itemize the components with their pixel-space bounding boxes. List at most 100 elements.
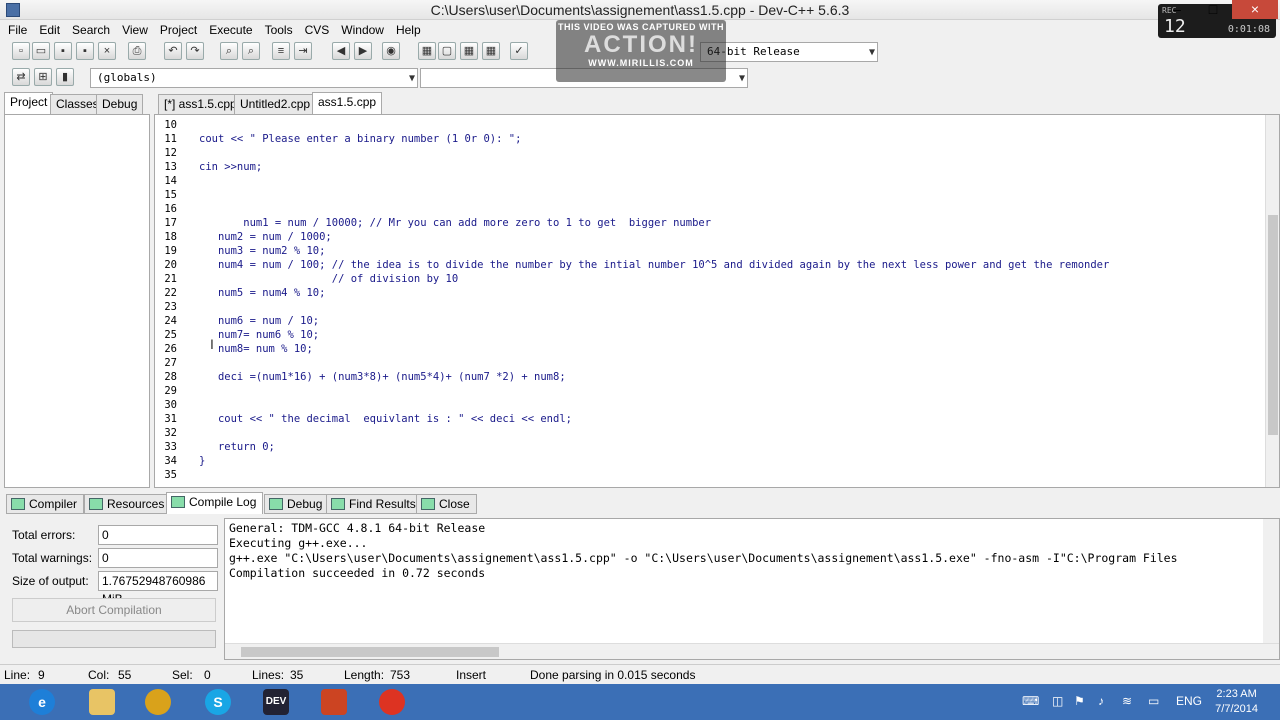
project-panel[interactable] — [4, 114, 150, 488]
file-explorer-icon[interactable] — [76, 686, 128, 718]
minimize-button[interactable]: – — [1160, 0, 1194, 19]
clock[interactable]: 2:23 AM 7/7/2014 — [1215, 687, 1258, 717]
line-number: 33 — [164, 441, 177, 453]
chrome-icon[interactable] — [132, 686, 184, 718]
taskbar: e S DEV ⌨ ◫ ⚑ ♪ ≋ ▭ ENG 2:23 AM 7/7/2014 — [0, 684, 1280, 720]
forward-icon[interactable]: ▶ — [354, 42, 372, 60]
total-warnings-field: 0 — [98, 548, 218, 568]
ie-icon[interactable]: e — [16, 686, 68, 718]
status-sel: 0 — [204, 668, 211, 682]
insert-icon[interactable]: ⊞ — [34, 68, 52, 86]
layout-icon[interactable]: ▦ — [482, 42, 500, 60]
tab-compile-log-label: Compile Log — [189, 495, 257, 509]
class-browser-icon[interactable]: ⇄ — [12, 68, 30, 86]
menu-edit[interactable]: Edit — [33, 20, 66, 40]
back-icon[interactable]: ◀ — [332, 42, 350, 60]
find-icon[interactable]: ⌕ — [220, 42, 238, 60]
compile-progress-bar — [12, 630, 216, 648]
window-title: C:\Users\user\Documents\assignement\ass1… — [430, 2, 850, 18]
goto-icon[interactable]: ≡ — [272, 42, 290, 60]
print-icon[interactable]: ⎙ — [128, 42, 146, 60]
tab-debug-label: Debug — [287, 497, 323, 511]
open-file-icon[interactable]: ▭ — [32, 42, 50, 60]
maximize-button[interactable]: □ — [1196, 0, 1230, 19]
status-lines: 35 — [290, 668, 304, 682]
line-number: 31 — [164, 413, 177, 425]
line-number: 17 — [164, 217, 177, 229]
editor-tab-ass15-modified[interactable]: [*] ass1.5.cpp — [158, 94, 243, 114]
scroll-thumb[interactable] — [241, 647, 499, 657]
network-icon[interactable]: ◫ — [1052, 694, 1063, 708]
save-icon[interactable]: ▪ — [54, 42, 72, 60]
log-vertical-scrollbar[interactable] — [1263, 519, 1279, 643]
tab-compiler[interactable]: Compiler — [6, 494, 85, 514]
language-indicator[interactable]: ENG — [1176, 694, 1202, 708]
speaker-icon[interactable]: ♪ — [1098, 694, 1104, 708]
menu-help[interactable]: Help — [390, 20, 427, 40]
abort-compilation-button[interactable]: Abort Compilation — [12, 598, 216, 622]
menu-tools[interactable]: Tools — [259, 20, 299, 40]
new-file-icon[interactable]: ▫ — [12, 42, 30, 60]
recorder-time: 0:01:08 — [1227, 24, 1270, 35]
tab-find-results-label: Find Results — [349, 497, 416, 511]
grid-icon[interactable]: ▦ — [460, 42, 478, 60]
editor-vertical-scrollbar[interactable] — [1265, 115, 1279, 487]
tab-resources[interactable]: Resources — [84, 494, 172, 514]
skype-icon[interactable]: S — [192, 686, 244, 718]
globals-select[interactable]: (globals) ▼ — [90, 68, 418, 88]
tab-close[interactable]: Close — [416, 494, 477, 514]
size-of-output-label: Size of output: — [12, 574, 89, 588]
undo-icon[interactable]: ↶ — [164, 42, 182, 60]
menu-file[interactable]: File — [2, 20, 33, 40]
editor-tab-ass15[interactable]: ass1.5.cpp — [312, 92, 383, 114]
window-icon[interactable]: ▢ — [438, 42, 456, 60]
close-file-icon[interactable]: × — [98, 42, 116, 60]
menu-execute[interactable]: Execute — [203, 20, 258, 40]
chevron-down-icon: ▼ — [408, 73, 415, 84]
ibeam-cursor-icon: I — [210, 336, 214, 352]
bookmark-icon[interactable]: ▮ — [56, 68, 74, 86]
status-col-label: Col: — [88, 668, 110, 682]
menu-cvs[interactable]: CVS — [299, 20, 336, 40]
tile-icon[interactable]: ▦ — [418, 42, 436, 60]
devcpp-icon[interactable]: DEV — [250, 686, 302, 718]
code-text: num1 = num / 10000; // Mr you can add mo… — [199, 217, 712, 229]
tab-debug-bottom[interactable]: Debug — [264, 494, 330, 514]
wifi-icon[interactable]: ≋ — [1122, 694, 1132, 708]
close-window-button[interactable]: × — [1232, 0, 1278, 19]
flag-icon[interactable]: ⚑ — [1074, 694, 1085, 708]
scroll-thumb[interactable] — [1268, 215, 1278, 435]
compile-log[interactable]: General: TDM-GCC 4.8.1 64-bit Release Ex… — [224, 518, 1280, 660]
menu-search[interactable]: Search — [66, 20, 116, 40]
menu-project[interactable]: Project — [154, 20, 203, 40]
editor-tab-untitled2[interactable]: Untitled2.cpp — [234, 94, 317, 114]
tab-find-results[interactable]: Find Results — [326, 494, 423, 514]
line-number: 20 — [164, 259, 177, 271]
code-text: num6 = num / 10; — [199, 315, 320, 327]
log-horizontal-scrollbar[interactable] — [225, 643, 1279, 659]
tab-debug[interactable]: Debug — [96, 94, 144, 114]
code-text: num4 = num / 100; // the idea is to divi… — [199, 259, 1110, 271]
menu-view[interactable]: View — [116, 20, 154, 40]
acrobat-icon[interactable] — [308, 686, 360, 718]
watermark-url: WWW.MIRILLIS.COM — [588, 58, 694, 68]
battery-icon[interactable]: ▭ — [1148, 694, 1159, 708]
compiler-select[interactable]: 64-bit Release ▼ — [700, 42, 878, 62]
redo-icon[interactable]: ↷ — [186, 42, 204, 60]
record-icon[interactable] — [366, 686, 418, 718]
indent-icon[interactable]: ⇥ — [294, 42, 312, 60]
keyboard-icon[interactable]: ⌨ — [1022, 694, 1039, 708]
code-editor[interactable]: 10 11 cout << " Please enter a binary numb… — [154, 114, 1280, 488]
line-number: 25 — [164, 329, 177, 341]
toggle-icon[interactable]: ◉ — [382, 42, 400, 60]
code-text: deci =(num1*16) + (num3*8)+ (num5*4)+ (n… — [199, 371, 566, 383]
line-number: 28 — [164, 371, 177, 383]
tab-project[interactable]: Project — [4, 92, 54, 114]
check-icon[interactable]: ✓ — [510, 42, 528, 60]
line-number: 29 — [164, 385, 177, 397]
code-text: num2 = num / 1000; — [199, 231, 332, 243]
replace-icon[interactable]: ⌕ — [242, 42, 260, 60]
menu-window[interactable]: Window — [335, 20, 390, 40]
tab-compile-log[interactable]: Compile Log — [166, 492, 264, 514]
save-all-icon[interactable]: ▪ — [76, 42, 94, 60]
